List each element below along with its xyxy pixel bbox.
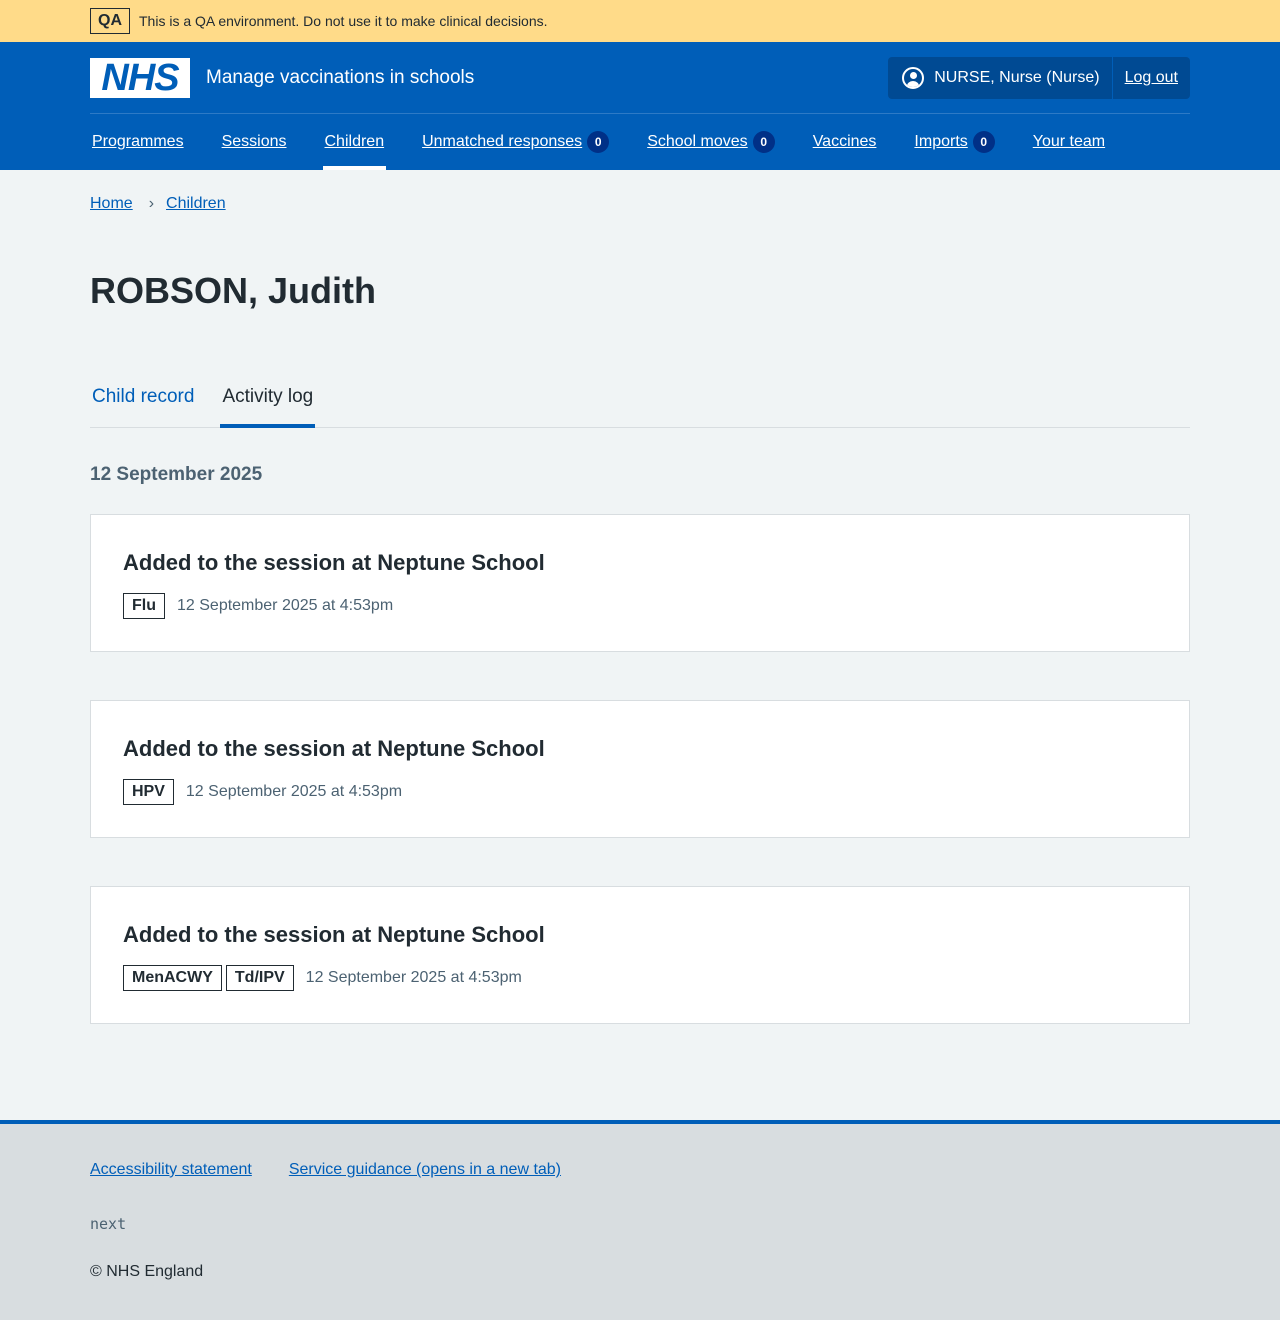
breadcrumb: Home › Children [90, 170, 1190, 213]
activity-time: 12 September 2025 at 4:53pm [177, 597, 394, 614]
breadcrumb-home[interactable]: Home [90, 195, 133, 213]
count-badge: 0 [587, 131, 610, 153]
service-guidance-link[interactable]: Service guidance (opens in a new tab) [289, 1161, 561, 1179]
header: NHS Manage vaccinations in schools NURSE… [0, 42, 1280, 170]
user-name: NURSE, Nurse (Nurse) [934, 68, 1100, 86]
nav-item-your-team[interactable]: Your team [1031, 114, 1107, 170]
account-panel: NURSE, Nurse (Nurse) Log out [888, 56, 1190, 99]
activity-card: Added to the session at Neptune School Fl… [90, 514, 1190, 652]
version-label: next [90, 1215, 127, 1233]
breadcrumb-children[interactable]: Children [166, 195, 226, 213]
date-heading: 12 September 2025 [90, 464, 263, 485]
activity-title: Added to the session at Neptune School [123, 736, 545, 761]
brand[interactable]: NHS Manage vaccinations in schools [90, 57, 474, 98]
count-badge: 0 [972, 131, 995, 153]
tab-child-record[interactable]: Child record [90, 369, 196, 425]
programme-tag: Td/IPV [225, 965, 294, 991]
logout-link[interactable]: Log out [1113, 69, 1190, 87]
nav-link[interactable]: School moves [647, 133, 748, 151]
nav-item-children[interactable]: Children [322, 114, 387, 170]
chevron-right-icon: › [148, 195, 155, 212]
programme-tag: MenACWY [123, 965, 222, 991]
accessibility-statement-link[interactable]: Accessibility statement [90, 1161, 252, 1179]
activity-time: 12 September 2025 at 4:53pm [185, 783, 403, 800]
nav-item-unmatched-responses[interactable]: Unmatched responses 0 [420, 114, 611, 170]
count-badge: 0 [752, 131, 775, 153]
primary-nav: Programmes Sessions Children Unmatched resp… [90, 113, 1190, 170]
nav-item-vaccines[interactable]: Vaccines [811, 114, 879, 170]
tabs: Child record Activity log [90, 369, 1190, 428]
nav-item-imports[interactable]: Imports 0 [912, 114, 996, 170]
activity-title: Added to the session at Neptune School [123, 550, 545, 575]
activity-card: Added to the session at Neptune School HP… [90, 700, 1190, 838]
tab-activity-log[interactable]: Activity log [220, 369, 316, 428]
programme-tag: HPV [123, 779, 174, 805]
account-user: NURSE, Nurse (Nurse) [888, 56, 1113, 99]
nhs-logo[interactable]: NHS [90, 57, 190, 98]
nav-link[interactable]: Programmes [92, 133, 184, 151]
qa-tag: QA [90, 8, 130, 34]
copyright: © NHS England [90, 1263, 204, 1280]
page-title: ROBSON, Judith [90, 270, 376, 311]
programme-tag: Flu [123, 593, 165, 619]
main-content: Home › Children ROBSON, Judith Child rec… [90, 170, 1190, 1024]
qa-banner-text: This is a QA environment. Do not use it … [139, 13, 548, 29]
service-name[interactable]: Manage vaccinations in schools [206, 67, 474, 89]
user-icon [902, 66, 925, 89]
activity-card: Added to the session at Neptune School Me… [90, 886, 1190, 1024]
activity-title: Added to the session at Neptune School [123, 922, 545, 947]
footer: Accessibility statement Service guidance… [0, 1120, 1280, 1320]
qa-banner: QA This is a QA environment. Do not use … [0, 0, 1280, 42]
nav-item-school-moves[interactable]: School moves 0 [645, 114, 777, 170]
activity-time: 12 September 2025 at 4:53pm [305, 969, 522, 986]
nav-link[interactable]: Vaccines [813, 133, 877, 151]
nav-item-sessions[interactable]: Sessions [220, 114, 289, 170]
nav-item-programmes[interactable]: Programmes [90, 114, 186, 170]
nav-link[interactable]: Imports [914, 133, 967, 151]
nav-link[interactable]: Your team [1033, 133, 1105, 151]
nav-link[interactable]: Children [325, 133, 385, 151]
nav-link[interactable]: Unmatched responses [422, 133, 582, 151]
nav-link[interactable]: Sessions [222, 133, 287, 151]
